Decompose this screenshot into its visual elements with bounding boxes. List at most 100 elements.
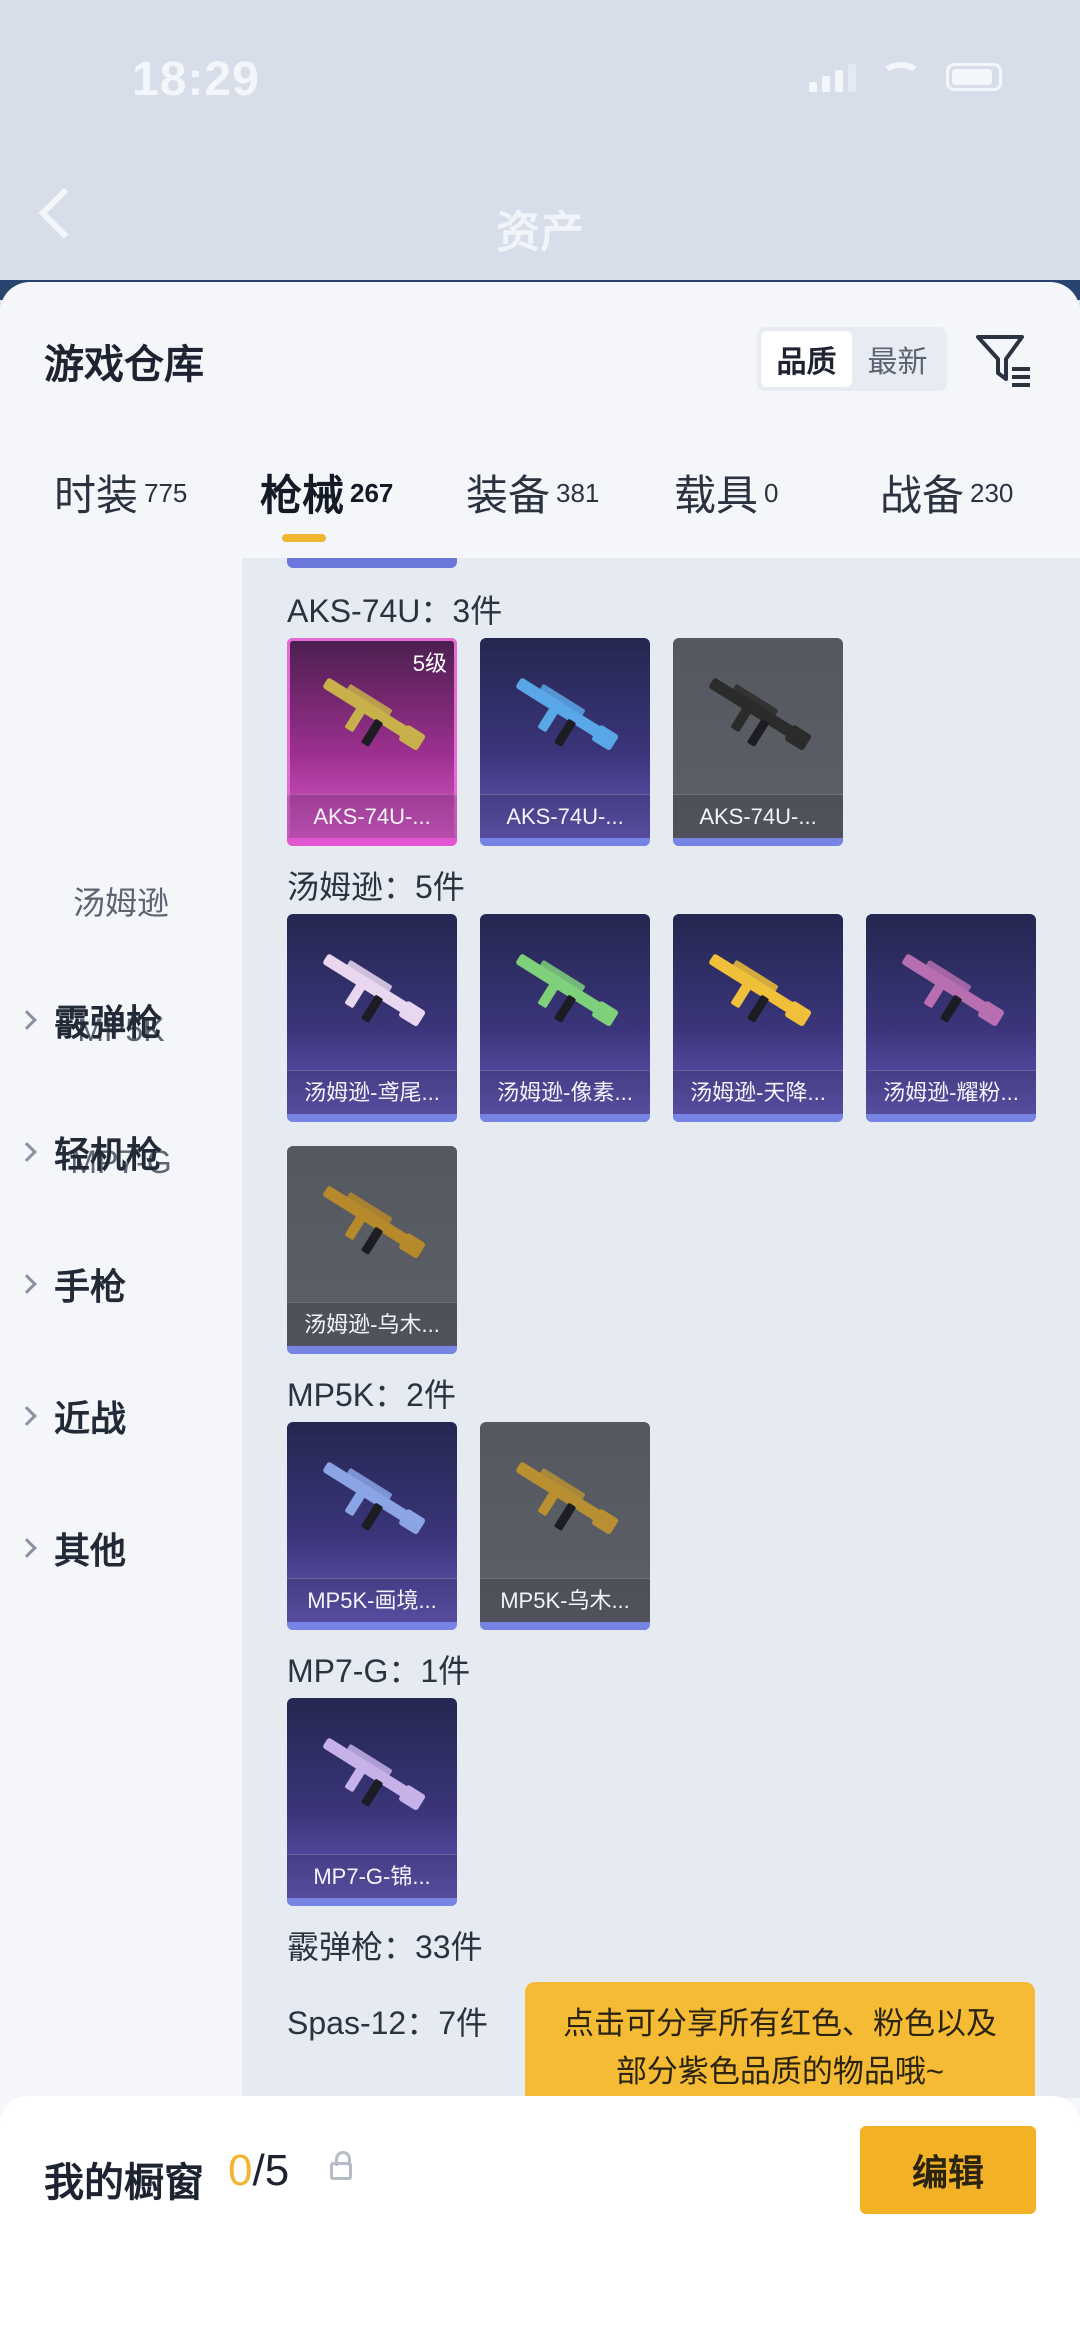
sheet-title: 游戏仓库 xyxy=(44,343,204,387)
item-card[interactable]: 汤姆逊-耀粉... xyxy=(866,914,1036,1122)
tab-count: 775 xyxy=(144,478,188,508)
warehouse-sheet: 游戏仓库 品质 最新 时装 775 枪械 267 装备 381 载具 0 战备 230 汤… xyxy=(0,282,1080,2341)
item-label: 汤姆逊-像素... xyxy=(480,1070,650,1114)
item-label: MP5K-画境... xyxy=(287,1578,457,1622)
item-card[interactable]: MP7-G-锦... xyxy=(287,1698,457,1906)
tab-count: 381 xyxy=(556,478,600,508)
chevron-right-icon xyxy=(17,1406,37,1426)
chevron-right-icon xyxy=(17,1538,37,1558)
showcase-total: /5 xyxy=(252,2146,290,2195)
sort-quality[interactable]: 品质 xyxy=(761,331,852,387)
rifle-icon xyxy=(516,678,619,751)
item-card[interactable]: 汤姆逊-天降... xyxy=(673,914,843,1122)
item-label: AKS-74U-... xyxy=(287,794,457,838)
background-header: 18:29 资产 xyxy=(0,0,1080,300)
item-card[interactable]: 汤姆逊-像素... xyxy=(480,914,650,1122)
rifle-icon xyxy=(323,1186,426,1259)
item-label: 汤姆逊-鸢尾... xyxy=(287,1070,457,1114)
group-title: 霰弹枪：33件 xyxy=(287,1929,483,1965)
group-title: 汤姆逊：5件 xyxy=(287,869,465,905)
tab-count: 230 xyxy=(970,478,1014,508)
sidebar-item-thompson[interactable]: 汤姆逊 xyxy=(0,878,242,924)
showcase-bar: 我的橱窗 0/5 编辑 xyxy=(0,2096,1080,2341)
rarity-bar xyxy=(287,1622,457,1630)
chevron-right-icon xyxy=(17,1274,37,1294)
sidebar-item-other[interactable]: 其他 xyxy=(17,1522,126,1574)
sort-toggle[interactable]: 品质 最新 xyxy=(757,327,947,391)
tab-label: 时装 xyxy=(54,472,139,519)
active-tab-indicator xyxy=(282,534,326,542)
item-card[interactable]: MP5K-乌木... xyxy=(480,1422,650,1630)
tooltip-line: 点击可分享所有红色、粉色以及 xyxy=(563,2006,997,2041)
rarity-bar xyxy=(673,1114,843,1122)
sidebar-category-label: 手枪 xyxy=(54,1266,127,1307)
edit-button[interactable]: 编辑 xyxy=(860,2126,1036,2214)
tab-label: 载具 xyxy=(674,472,759,519)
item-card[interactable]: MP5K-画境... xyxy=(287,1422,457,1630)
sidebar-category-label: 近战 xyxy=(54,1398,127,1439)
rarity-bar xyxy=(287,838,457,846)
tooltip-line: 部分紫色品质的物品哦~ xyxy=(615,2054,945,2089)
rifle-icon xyxy=(902,954,1005,1027)
tab-label: 装备 xyxy=(466,472,551,519)
item-label: 汤姆逊-耀粉... xyxy=(866,1070,1036,1114)
item-card[interactable]: 5级 AKS-74U-... xyxy=(287,638,457,846)
rarity-bar xyxy=(673,838,843,846)
rifle-icon xyxy=(516,1462,619,1535)
item-grid: AKS-74U：3件 5级 AKS-74U-... AKS-74U-... AKS-74… xyxy=(242,558,1080,2098)
rarity-bar xyxy=(866,1114,1036,1122)
category-tabs: 时装 775 枪械 267 装备 381 载具 0 战备 230 xyxy=(0,462,1080,562)
sidebar-item-pistols[interactable]: 手枪 xyxy=(17,1258,127,1310)
showcase-title: 我的橱窗 xyxy=(44,2161,204,2205)
sidebar-item-shotguns[interactable]: 霰弹枪 xyxy=(17,994,163,1046)
group-title: MP5K：2件 xyxy=(287,1377,456,1413)
tab-equipment[interactable]: 装备 381 xyxy=(466,462,599,523)
signal-icon xyxy=(809,62,856,92)
tab-guns[interactable]: 枪械 267 xyxy=(260,462,393,523)
item-label: AKS-74U-... xyxy=(673,794,843,838)
chevron-right-icon xyxy=(17,1142,37,1162)
weapon-sidebar: 汤姆逊 MP5K MP7-G xyxy=(0,558,242,2098)
item-card[interactable]: 汤姆逊-乌木... xyxy=(287,1146,457,1354)
rarity-bar xyxy=(480,1114,650,1122)
rarity-bar xyxy=(480,838,650,846)
item-level: 5级 xyxy=(412,651,447,676)
tab-label: 枪械 xyxy=(260,472,345,519)
tab-fashion[interactable]: 时装 775 xyxy=(54,462,187,523)
rarity-bar xyxy=(287,1114,457,1122)
item-label: MP5K-乌木... xyxy=(480,1578,650,1622)
rifle-icon xyxy=(323,954,426,1027)
rarity-bar xyxy=(480,1622,650,1630)
item-card[interactable]: AKS-74U-... xyxy=(673,638,843,846)
tab-supplies[interactable]: 战备 230 xyxy=(880,462,1013,523)
group-title: MP7-G：1件 xyxy=(287,1653,471,1689)
item-label: 汤姆逊-乌木... xyxy=(287,1302,457,1346)
rifle-icon xyxy=(323,1462,426,1535)
sidebar-category-label: 轻机枪 xyxy=(54,1134,163,1175)
sort-newest[interactable]: 最新 xyxy=(852,331,943,387)
filter-icon[interactable] xyxy=(972,327,1036,391)
item-label: AKS-74U-... xyxy=(480,794,650,838)
rifle-icon xyxy=(516,954,619,1027)
partial-card xyxy=(287,558,457,568)
rarity-bar xyxy=(287,1346,457,1354)
sidebar-item-lmg[interactable]: 轻机枪 xyxy=(17,1126,163,1178)
group-title: Spas-12：7件 xyxy=(287,2005,488,2041)
item-label: MP7-G-锦... xyxy=(287,1854,457,1898)
rifle-icon xyxy=(709,678,812,751)
battery-icon xyxy=(946,63,1002,91)
item-card[interactable]: 汤姆逊-鸢尾... xyxy=(287,914,457,1122)
rifle-icon xyxy=(323,1738,426,1811)
chevron-right-icon xyxy=(17,1010,37,1030)
sidebar-item-melee[interactable]: 近战 xyxy=(17,1390,127,1442)
sidebar-category-label: 霰弹枪 xyxy=(54,1002,163,1043)
page-title: 资产 xyxy=(496,208,584,257)
lock-icon xyxy=(330,2151,352,2180)
tab-vehicles[interactable]: 载具 0 xyxy=(674,462,778,523)
status-time: 18:29 xyxy=(132,53,260,106)
rifle-icon xyxy=(709,954,812,1027)
wifi-icon xyxy=(880,62,922,92)
tab-count: 0 xyxy=(764,478,779,508)
item-card[interactable]: AKS-74U-... xyxy=(480,638,650,846)
rarity-bar xyxy=(287,1898,457,1906)
